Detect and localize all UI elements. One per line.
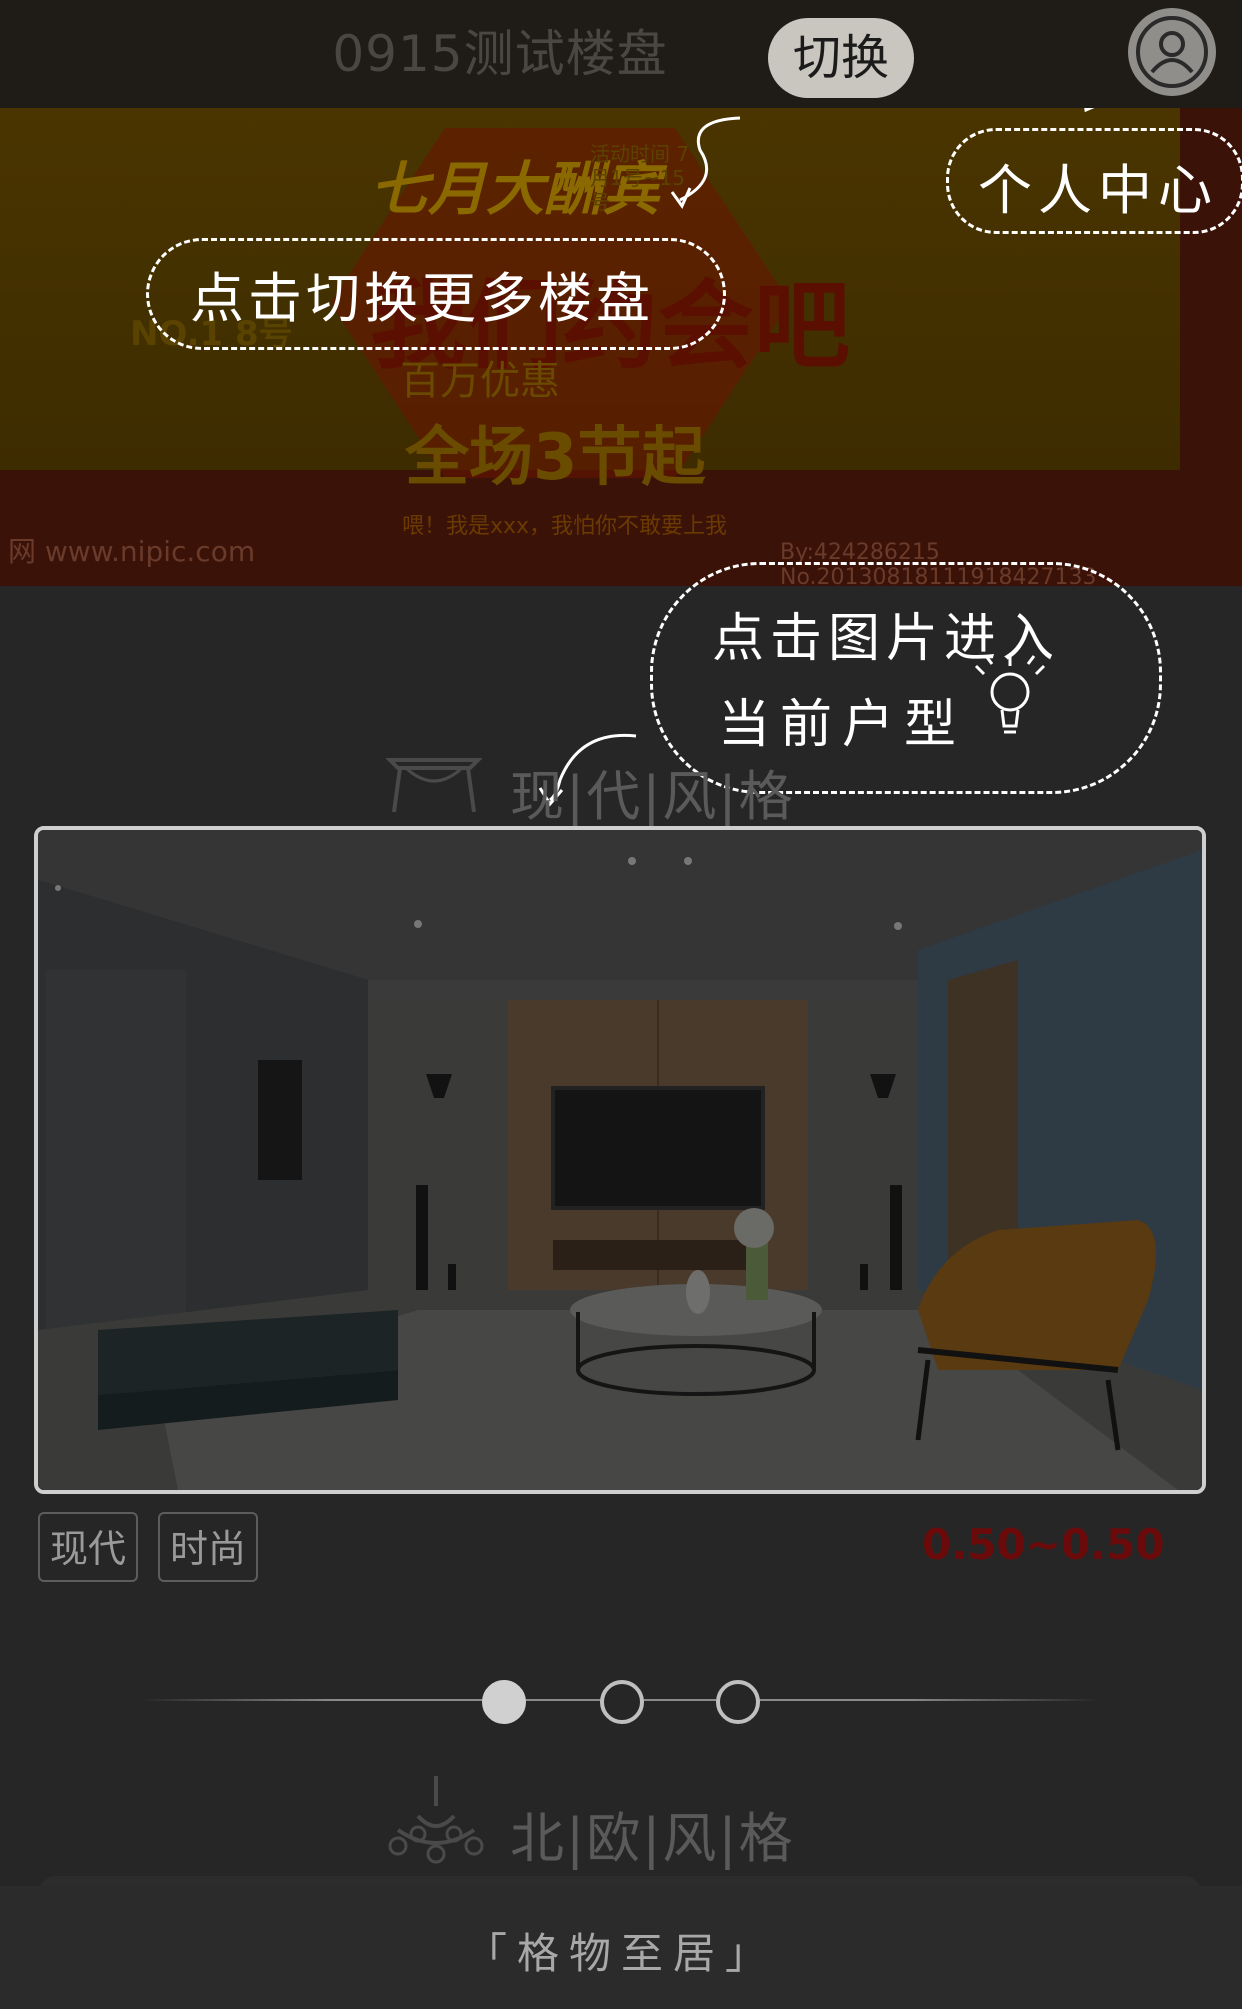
price-range: 0.50~0.50	[922, 1520, 1165, 1569]
user-icon	[1136, 16, 1208, 88]
table-icon	[386, 758, 482, 813]
top-bar: 0915测试楼盘 切换	[0, 0, 1242, 108]
note-switch-text: 点击切换更多楼盘	[190, 267, 654, 330]
switch-project-button[interactable]: 切换	[768, 18, 914, 98]
living-room-photo[interactable]	[38, 830, 1202, 1490]
note-enter-line2: 当前户型	[718, 695, 967, 755]
pager-dot[interactable]	[716, 1680, 760, 1724]
note-enter-line1: 点击图片进入	[712, 609, 1061, 669]
note-profile-text: 个人中心	[978, 159, 1218, 222]
profile-button[interactable]	[1128, 8, 1216, 96]
pager-dot[interactable]	[600, 1680, 644, 1724]
layout-photo-card[interactable]	[34, 826, 1206, 1494]
section-title-nordic: 北|欧|风|格	[510, 1807, 795, 1870]
section-title-modern: 现|代|风|格	[510, 765, 795, 828]
style-tag: 时尚	[158, 1512, 258, 1582]
pager-dot-active[interactable]	[482, 1680, 526, 1724]
chandelier-icon	[388, 1776, 484, 1864]
brand-slogan: 「格物至居」	[464, 1929, 777, 1978]
style-tag: 现代	[38, 1512, 138, 1582]
